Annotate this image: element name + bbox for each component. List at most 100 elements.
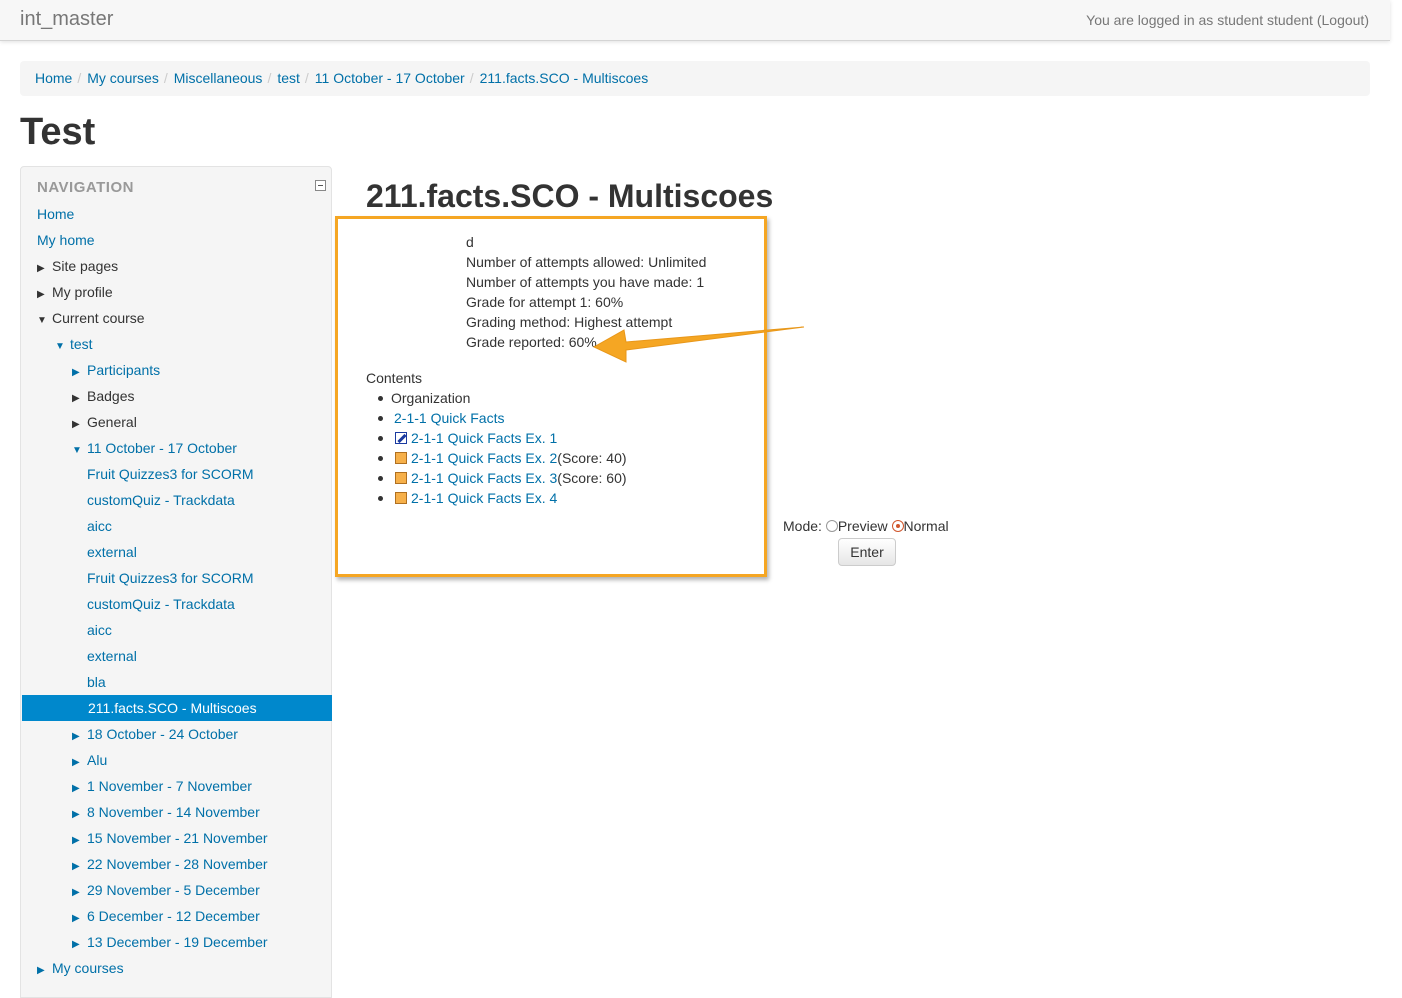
toc-link[interactable]: 2-1-1 Quick Facts Ex. 3 (411, 470, 557, 486)
nav-item-label: customQuiz - Trackdata (87, 596, 235, 612)
nav-item-label: Badges (87, 388, 135, 404)
nav-item-label: 8 November - 14 November (87, 804, 260, 820)
nav-item-test[interactable]: ▼ test (55, 331, 93, 357)
nav-item-my-profile[interactable]: ▶ My profile (37, 279, 113, 305)
nav-item-activity[interactable]: Fruit Quizzes3 for SCORM (87, 461, 253, 487)
nav-item-label: Fruit Quizzes3 for SCORM (87, 570, 254, 586)
expand-arrow-icon: ▶ (37, 965, 45, 976)
navigation-block: NAVIGATION 211.facts.SCO - Multiscoes Ho… (20, 166, 332, 998)
nav-item-label: 29 November - 5 December (87, 882, 260, 898)
nav-item-week[interactable]: ▶ 18 October - 24 October (72, 721, 238, 747)
nav-item-activity[interactable]: external (87, 643, 137, 669)
nav-item-active[interactable]: 211.facts.SCO - Multiscoes (22, 695, 332, 721)
nav-item-week[interactable]: ▶ 22 November - 28 November (72, 851, 268, 877)
nav-item-week[interactable]: ▶ Alu (72, 747, 107, 773)
collapse-arrow-icon: ▼ (37, 315, 47, 326)
nav-item-label: 18 October - 24 October (87, 726, 238, 742)
logout-link[interactable]: Logout (1322, 12, 1365, 28)
info-line: d (466, 234, 474, 250)
nav-item-home[interactable]: Home (37, 201, 74, 227)
toc-link[interactable]: 2-1-1 Quick Facts Ex. 2 (411, 450, 557, 466)
nav-item-label: Site pages (52, 258, 119, 274)
toc-entry: 2-1-1 Quick Facts Ex. 4 (395, 488, 557, 508)
nav-item-label: test (70, 336, 93, 352)
toc-link[interactable]: 2-1-1 Quick Facts Ex. 1 (411, 430, 557, 446)
breadcrumb-separator: / (304, 70, 309, 86)
toc-link[interactable]: 2-1-1 Quick Facts (394, 408, 504, 428)
nav-item-label: aicc (87, 622, 112, 638)
nav-item-general[interactable]: ▶ General (72, 409, 137, 435)
nav-item-label: 22 November - 28 November (87, 856, 268, 872)
nav-item-week[interactable]: ▶ 29 November - 5 December (72, 877, 260, 903)
nav-item-week[interactable]: ▶ 6 December - 12 December (72, 903, 260, 929)
bullet-icon (378, 436, 383, 441)
enter-button[interactable]: Enter (838, 538, 896, 566)
status-incomplete-icon (395, 432, 407, 444)
login-info: You are logged in as student student (Lo… (1086, 12, 1369, 28)
breadcrumb-activity[interactable]: 211.facts.SCO - Multiscoes (480, 70, 649, 86)
breadcrumb-separator: / (77, 70, 82, 86)
navigation-heading: NAVIGATION (37, 179, 134, 196)
nav-item-badges[interactable]: ▶ Badges (72, 383, 134, 409)
bullet-icon (378, 396, 383, 401)
nav-item-activity[interactable]: aicc (87, 513, 112, 539)
nav-item-label: Alu (87, 752, 108, 768)
breadcrumb-separator: / (469, 70, 474, 86)
breadcrumb-miscellaneous[interactable]: Miscellaneous (174, 70, 263, 86)
nav-item-activity[interactable]: aicc (87, 617, 112, 643)
status-completed-icon (395, 472, 407, 484)
bullet-icon (378, 416, 383, 421)
nav-item-activity[interactable]: external (87, 539, 137, 565)
login-prefix: You are logged in as (1086, 12, 1218, 28)
nav-item-activity[interactable]: bla (87, 669, 106, 695)
nav-item-label: General (87, 414, 137, 430)
breadcrumb-week[interactable]: 11 October - 17 October (315, 70, 465, 86)
nav-item-my-home[interactable]: My home (37, 227, 95, 253)
toc-link[interactable]: 2-1-1 Quick Facts Ex. 4 (411, 490, 557, 506)
nav-item-label: external (87, 648, 137, 664)
nav-item-label: Fruit Quizzes3 for SCORM (87, 466, 254, 482)
bullet-icon (378, 496, 383, 501)
site-brand[interactable]: int_master (20, 8, 113, 31)
toc-score: (Score: 40) (557, 450, 627, 466)
nav-item-label: 211.facts.SCO - Multiscoes (88, 700, 257, 716)
breadcrumb-separator: / (267, 70, 272, 86)
nav-item-label: external (87, 544, 137, 560)
mode-preview-radio[interactable] (825, 520, 838, 532)
breadcrumb-test[interactable]: test (277, 70, 300, 86)
user-link[interactable]: student student (1217, 12, 1313, 28)
nav-item-label: 15 November - 21 November (87, 830, 268, 846)
info-line: Number of attempts you have made: 1 (466, 274, 705, 290)
nav-item-label: Home (37, 206, 75, 222)
nav-item-participants[interactable]: ▶ Participants (72, 357, 160, 383)
page-title: Test (20, 111, 96, 153)
collapse-icon[interactable] (315, 180, 326, 191)
nav-item-label: My profile (52, 284, 113, 300)
nav-item-week[interactable]: ▶ 1 November - 7 November (72, 773, 252, 799)
nav-item-week-11-oct[interactable]: ▼ 11 October - 17 October (72, 435, 237, 461)
nav-item-label: aicc (87, 518, 112, 534)
mode-selector: Mode: Preview Normal (783, 518, 949, 534)
mode-preview-label: Preview (837, 518, 888, 534)
nav-item-activity[interactable]: customQuiz - Trackdata (87, 591, 235, 617)
mode-normal-radio[interactable] (891, 520, 904, 532)
nav-item-my-courses[interactable]: ▶ My courses (37, 955, 124, 981)
bullet-icon (378, 476, 383, 481)
activity-title: 211.facts.SCO - Multiscoes (366, 178, 774, 214)
nav-item-activity[interactable]: customQuiz - Trackdata (87, 487, 235, 513)
logout-open: ( (1312, 12, 1322, 28)
breadcrumb-my-courses[interactable]: My courses (87, 70, 159, 86)
status-completed-icon (395, 492, 407, 504)
nav-item-label: 6 December - 12 December (87, 908, 260, 924)
nav-item-current-course[interactable]: ▼ Current course (37, 305, 145, 331)
info-line: Number of attempts allowed: Unlimited (466, 254, 707, 270)
toc-score: (Score: 60) (557, 470, 627, 486)
nav-item-week[interactable]: ▶ 13 December - 19 December (72, 929, 268, 955)
nav-item-week[interactable]: ▶ 8 November - 14 November (72, 799, 260, 825)
nav-item-week[interactable]: ▶ 15 November - 21 November (72, 825, 268, 851)
nav-item-label: 13 December - 19 December (87, 934, 268, 950)
breadcrumb-home[interactable]: Home (35, 70, 72, 86)
contents-label: Contents (366, 370, 423, 386)
nav-item-activity[interactable]: Fruit Quizzes3 for SCORM (87, 565, 253, 591)
nav-item-site-pages[interactable]: ▶ Site pages (37, 253, 118, 279)
